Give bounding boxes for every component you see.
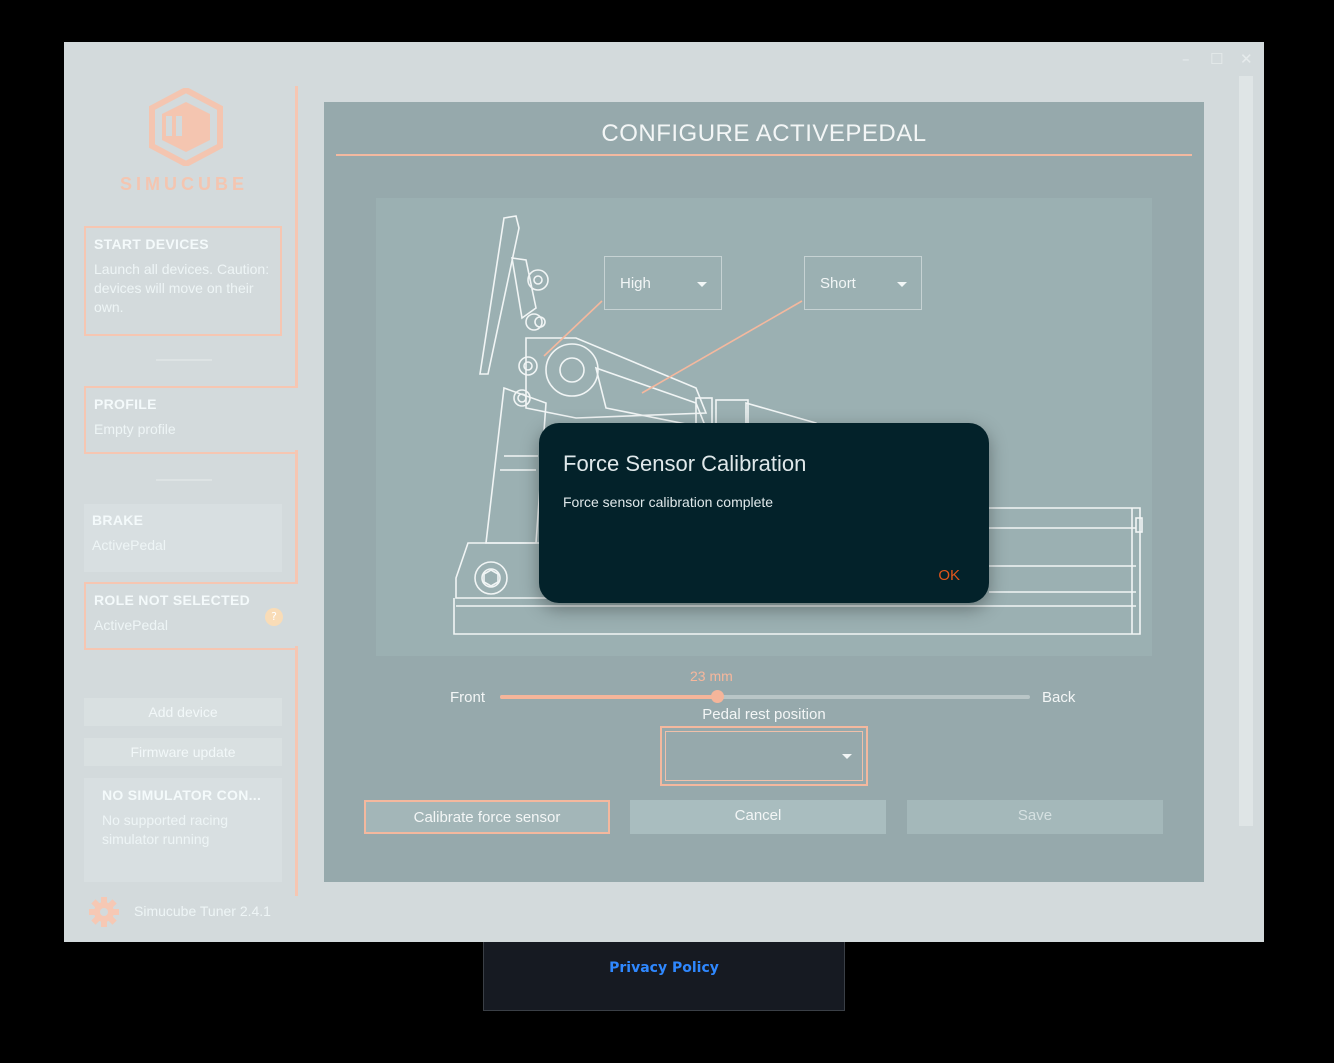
calibrate-force-sensor-button[interactable]: Calibrate force sensor — [364, 800, 610, 834]
modal-title: Force Sensor Calibration — [563, 451, 807, 476]
dialog-title: CONFIGURE ACTIVEPEDAL — [601, 120, 927, 147]
separator — [156, 359, 212, 361]
calibration-modal: Force Sensor Calibration Force sensor ca… — [539, 423, 989, 603]
card-description: Launch all devices. Caution: devices wil… — [94, 261, 270, 315]
card-title: PROFILE — [94, 396, 157, 412]
chevron-down-icon — [842, 754, 852, 759]
divider — [295, 646, 298, 896]
title-underline — [336, 154, 1192, 156]
pedal-height-dropdown[interactable]: High — [604, 256, 722, 310]
pedal-length-dropdown[interactable]: Short — [804, 256, 922, 310]
brand-name: SIMUCUBE — [119, 174, 248, 194]
firmware-update-button[interactable]: Firmware update — [84, 738, 282, 766]
slider-handle[interactable] — [711, 690, 725, 703]
card-value: Empty profile — [94, 421, 176, 437]
gear-icon[interactable] — [88, 896, 120, 932]
start-devices-card[interactable]: START DEVICES Launch all devices. Cautio… — [84, 226, 282, 336]
card-title: START DEVICES — [94, 236, 209, 252]
help-badge-icon[interactable]: ? — [265, 608, 283, 626]
modal-message: Force sensor calibration complete — [563, 494, 774, 510]
profile-card[interactable]: PROFILE Empty profile — [84, 386, 298, 454]
divider — [295, 450, 298, 584]
cancel-button[interactable]: Cancel — [630, 800, 886, 834]
privacy-bar: Privacy Policy — [483, 942, 845, 1011]
simucube-logo-icon — [146, 86, 226, 170]
rest-position-label: Pedal rest position — [702, 706, 826, 723]
slider-fill — [500, 695, 718, 699]
scrollbar[interactable] — [1239, 76, 1253, 826]
brake-card[interactable]: BRAKE ActivePedal — [84, 504, 282, 572]
close-button[interactable]: ✕ — [1240, 50, 1253, 68]
dropdown-value: Short — [820, 275, 856, 292]
simulator-card: NO SIMULATOR CON... No supported racing … — [84, 778, 282, 882]
save-button[interactable]: Save — [907, 800, 1163, 834]
card-description: No supported racing simulator running — [102, 812, 229, 847]
slider-value: 23 mm — [690, 668, 733, 684]
card-title: ROLE NOT SELECTED — [94, 592, 250, 608]
app-version: Simucube Tuner 2.4.1 — [134, 903, 271, 919]
dropdown-value — [665, 731, 863, 781]
divider — [295, 86, 298, 388]
privacy-policy-link[interactable]: Privacy Policy — [484, 960, 844, 976]
minimize-button[interactable]: – — [1182, 50, 1190, 68]
card-value: ActivePedal — [92, 537, 166, 553]
slider-min-label: Front — [450, 689, 486, 706]
slider-max-label: Back — [1042, 689, 1076, 706]
chevron-down-icon — [697, 282, 707, 287]
card-value: ActivePedal — [94, 617, 168, 633]
card-title: NO SIMULATOR CON... — [102, 787, 262, 803]
add-device-button[interactable]: Add device — [84, 698, 282, 726]
chevron-down-icon — [897, 282, 907, 287]
separator — [156, 479, 212, 481]
ok-button[interactable]: OK — [938, 567, 960, 584]
card-title: BRAKE — [92, 512, 144, 528]
rest-position-dropdown[interactable] — [660, 726, 868, 786]
maximize-button[interactable]: ☐ — [1210, 50, 1223, 68]
dropdown-value: High — [620, 275, 651, 292]
